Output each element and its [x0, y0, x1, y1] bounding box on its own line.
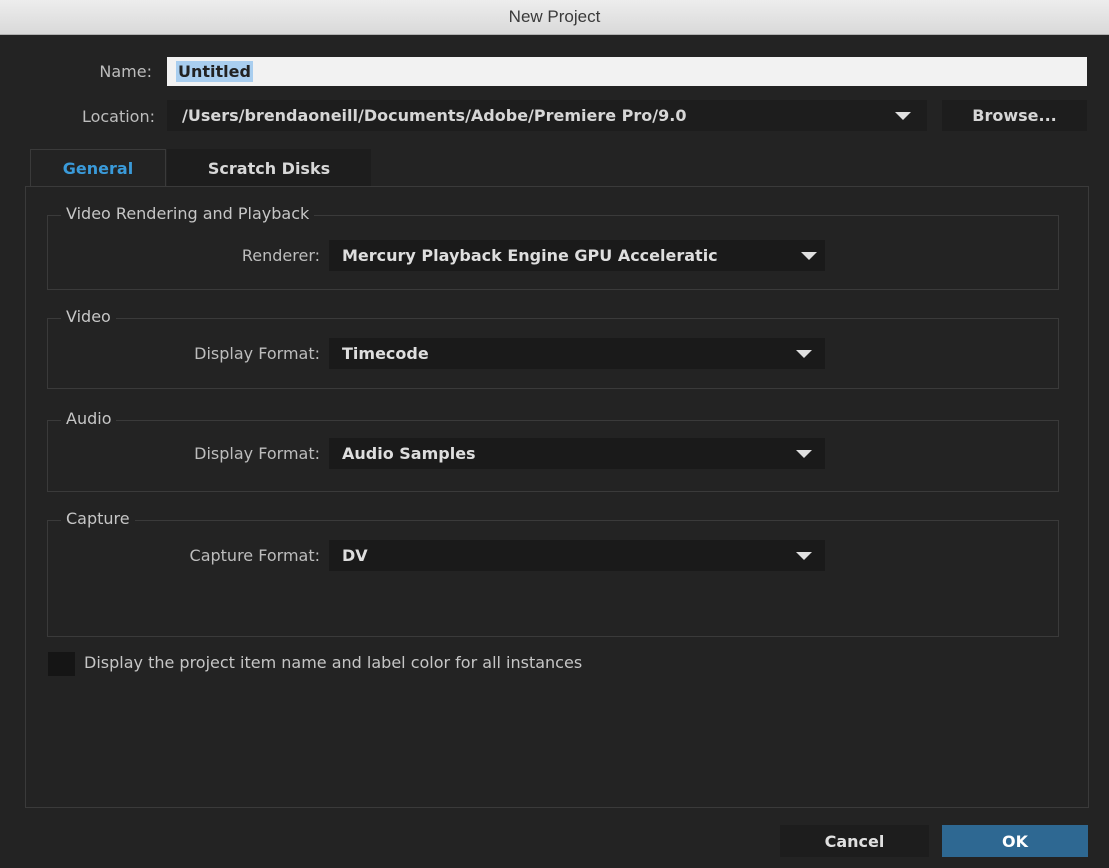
audio-display-format-label: Display Format:: [194, 444, 320, 463]
project-name-input[interactable]: Untitled: [167, 57, 1087, 86]
renderer-value: Mercury Playback Engine GPU Acceleratic: [342, 246, 718, 265]
location-label: Location:: [81, 107, 155, 126]
display-label-color-checkbox[interactable]: [48, 652, 75, 676]
video-display-format-label: Display Format:: [194, 344, 320, 363]
browse-button[interactable]: Browse...: [942, 100, 1087, 131]
chevron-down-icon: [796, 450, 812, 458]
group-title: Audio: [61, 409, 117, 428]
group-title: Capture: [61, 509, 135, 528]
chevron-down-icon: [801, 252, 817, 260]
display-label-color-label: Display the project item name and label …: [84, 653, 583, 672]
chevron-down-icon: [895, 112, 911, 120]
renderer-dropdown[interactable]: Mercury Playback Engine GPU Acceleratic: [329, 240, 825, 271]
cancel-button[interactable]: Cancel: [780, 825, 929, 857]
tab-general[interactable]: General: [30, 149, 166, 187]
audio-display-format-dropdown[interactable]: Audio Samples: [329, 438, 825, 469]
tab-scratch-disks[interactable]: Scratch Disks: [167, 149, 371, 187]
renderer-label: Renderer:: [241, 246, 320, 265]
chevron-down-icon: [796, 350, 812, 358]
location-value: /Users/brendaoneill/Documents/Adobe/Prem…: [182, 106, 687, 125]
project-name-value: Untitled: [176, 61, 253, 82]
group-title: Video Rendering and Playback: [61, 204, 315, 223]
group-capture: Capture: [47, 509, 1059, 637]
group-title: Video: [61, 307, 116, 326]
capture-format-dropdown[interactable]: DV: [329, 540, 825, 571]
video-display-format-value: Timecode: [342, 344, 429, 363]
title-bar: New Project: [0, 0, 1109, 35]
capture-format-value: DV: [342, 546, 368, 565]
window-title: New Project: [508, 7, 601, 26]
ok-button[interactable]: OK: [942, 825, 1088, 857]
video-display-format-dropdown[interactable]: Timecode: [329, 338, 825, 369]
location-dropdown[interactable]: /Users/brendaoneill/Documents/Adobe/Prem…: [167, 100, 927, 131]
capture-format-label: Capture Format:: [189, 546, 320, 565]
audio-display-format-value: Audio Samples: [342, 444, 476, 463]
name-label: Name:: [99, 62, 152, 81]
chevron-down-icon: [796, 552, 812, 560]
